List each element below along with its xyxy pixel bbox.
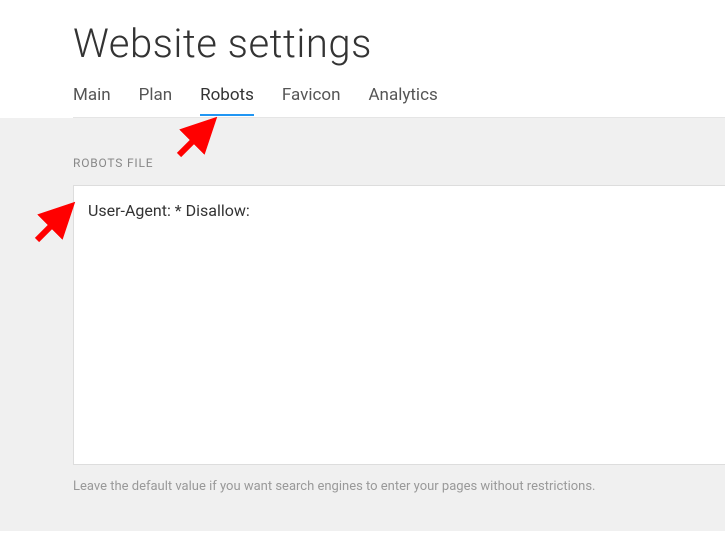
tab-plan[interactable]: Plan (139, 85, 173, 117)
robots-help-text: Leave the default value if you want sear… (73, 479, 725, 494)
tab-analytics[interactable]: Analytics (368, 85, 437, 117)
robots-file-label: ROBOTS FILE (73, 156, 725, 170)
robots-textarea[interactable] (73, 185, 725, 465)
tab-robots[interactable]: Robots (200, 85, 254, 117)
content-area: ROBOTS FILE Leave the default value if y… (0, 118, 725, 531)
tab-main[interactable]: Main (73, 85, 111, 117)
tab-favicon[interactable]: Favicon (282, 85, 341, 117)
page-title: Website settings (73, 20, 725, 67)
tabs: Main Plan Robots Favicon Analytics (73, 85, 725, 118)
